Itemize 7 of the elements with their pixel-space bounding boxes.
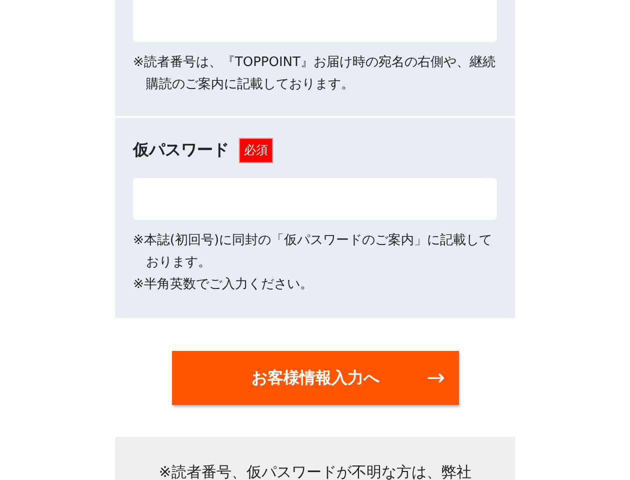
note-text: ※半角英数でご入力ください。 bbox=[133, 276, 314, 294]
submit-button[interactable]: お客様情報入力へ → bbox=[172, 351, 459, 405]
footer-note: ※読者番号、仮パスワードが不明な方は、弊社 bbox=[158, 462, 472, 480]
note-text: ※読者番号は、『TOPPOINT』お届け時の宛名の右側や、継続購読のご案内に記載しております。 bbox=[133, 54, 496, 94]
required-badge: 必須 bbox=[239, 138, 273, 162]
note-text: ※本誌(初回号)に同封の「仮パスワードのご案内」に記載しております。 bbox=[133, 232, 494, 272]
field-label: 仮パスワード bbox=[133, 140, 229, 160]
